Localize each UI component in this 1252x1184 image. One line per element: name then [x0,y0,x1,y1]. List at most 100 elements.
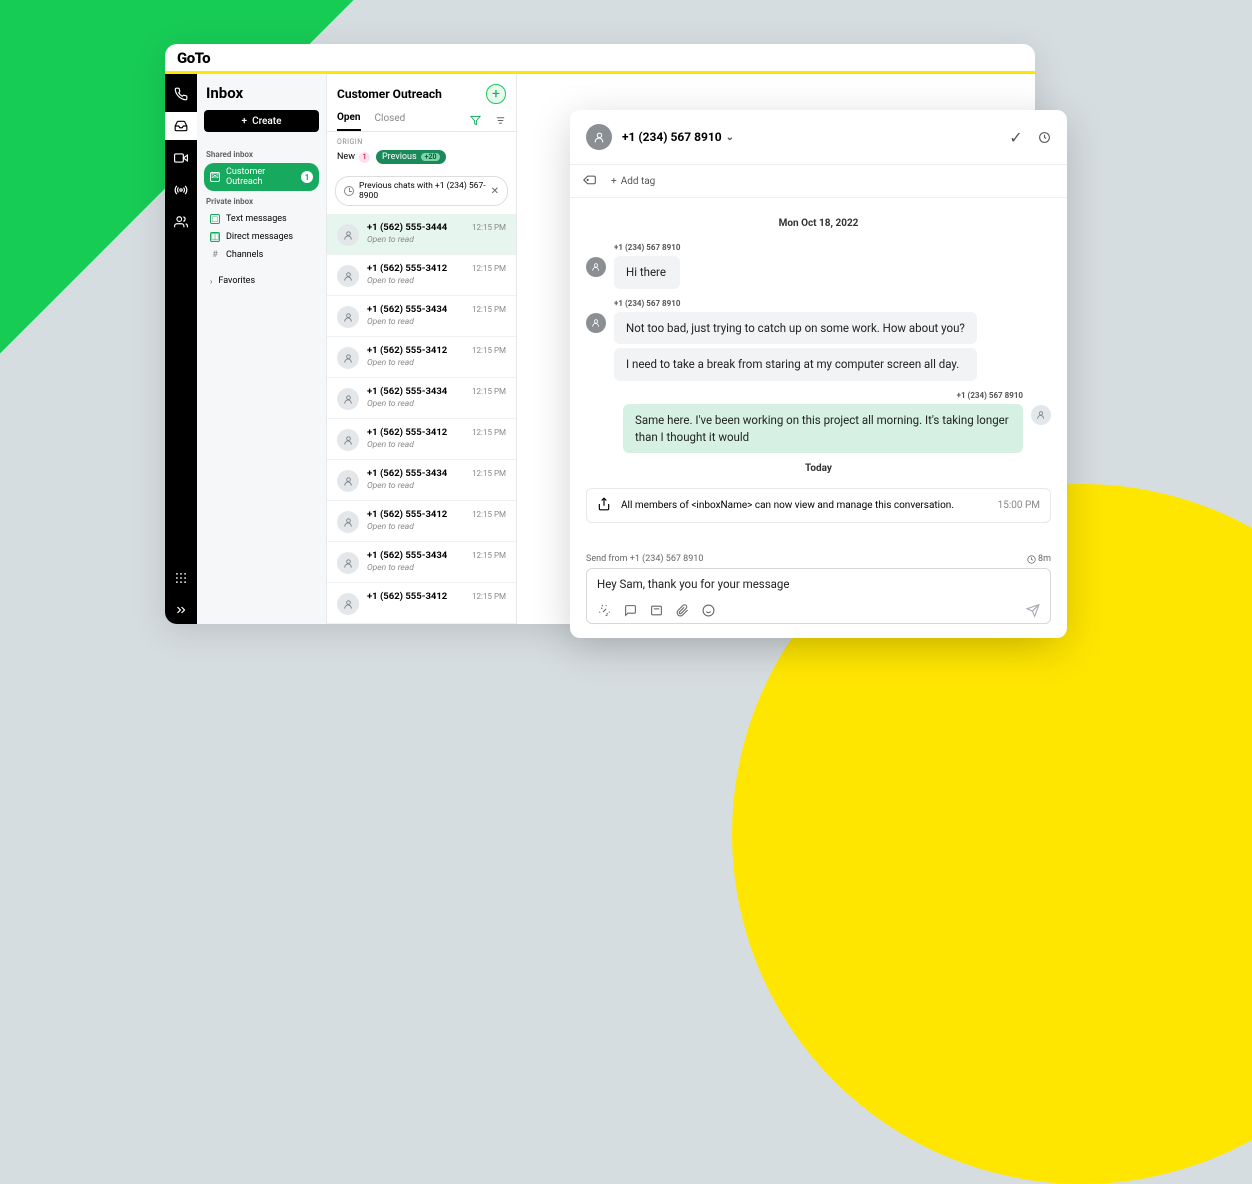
conversation-list[interactable]: +1 (562) 555-344412:15 PMOpen to read+1 … [327,214,516,624]
hash-icon: # [210,250,220,260]
conversation-item[interactable]: +1 (562) 555-341212:15 PMOpen to read [327,337,516,378]
attach-icon[interactable] [675,603,689,617]
nav-contacts-icon[interactable] [165,208,197,236]
chat-icon[interactable] [623,603,637,617]
pill-new[interactable]: New 1 [337,152,370,163]
avatar [586,124,612,150]
nav-video-icon[interactable] [165,144,197,172]
close-icon[interactable]: ✕ [491,186,499,197]
conv-phone: +1 (562) 555-3412 [367,345,447,356]
folder-label: Customer Outreach [226,167,295,187]
conversation-item[interactable]: +1 (562) 555-3444 12:15 PM Open to read [327,214,516,255]
conv-preview: Open to read [367,481,506,491]
tag-row: +Add tag [570,164,1067,198]
avatar [337,429,359,451]
message-sender: +1 (234) 567 8910 [614,299,977,308]
folder-customer-outreach[interactable]: ✉ Customer Outreach 1 [204,163,319,191]
add-tag-button[interactable]: +Add tag [611,176,655,187]
avatar [586,313,606,333]
conversation-item[interactable]: +1 (562) 555-3434 12:15 PM Open to read [327,460,516,501]
composer-input[interactable]: Hey Sam, thank you for your message [597,577,1040,595]
conversation-item[interactable]: +1 (562) 555-343412:15 PMOpen to read [327,542,516,583]
chat-header: +1 (234) 567 8910⌄ ✓ [570,110,1067,164]
system-time: 15:00 PM [998,500,1040,511]
pill-previous[interactable]: Previous +20 [376,150,447,164]
send-from-label: Send from +1 (234) 567 8910 [586,554,703,564]
share-icon [597,497,611,514]
private-section-label: Private inbox [206,197,319,206]
conv-preview: Open to read [367,522,506,532]
conv-time: 12:15 PM [472,223,506,232]
conv-time: 12:15 PM [472,592,506,601]
sort-icon[interactable] [495,115,506,129]
date-divider: Today [586,463,1051,474]
message-bubble: Hi there [614,256,680,289]
dm-icon: ◫ [210,232,220,242]
sidebar: Inbox +Create Shared inbox ✉ Customer Ou… [197,74,327,624]
conv-time: 12:15 PM [472,346,506,355]
message-group-out: +1 (234) 567 8910 Same here. I've been w… [586,391,1051,453]
conv-phone: +1 (562) 555-3412 [367,509,447,520]
conv-preview: Open to read [367,235,506,245]
conversation-item[interactable]: +1 (562) 555-341212:15 PMOpen to read [327,419,516,460]
chat-header-title[interactable]: +1 (234) 567 8910⌄ [622,130,734,144]
conversation-item[interactable]: +1 (562) 555-341212:15 PMOpen to read [327,501,516,542]
folder-label: Direct messages [226,232,293,242]
tab-closed[interactable]: Closed [375,113,406,130]
folder-label: Text messages [226,214,287,224]
nav-expand-icon[interactable] [165,596,197,624]
avatar [337,552,359,574]
message-body[interactable]: Mon Oct 18, 2022 +1 (234) 567 8910 Hi th… [570,198,1067,544]
avatar [337,470,359,492]
conv-phone: +1 (562) 555-3434 [367,550,447,561]
plus-icon: + [611,176,617,187]
conv-phone: +1 (562) 555-3444 [367,222,447,233]
conv-time: 12:15 PM [472,469,506,478]
magic-icon[interactable] [597,603,611,617]
history-icon[interactable] [1037,130,1051,144]
folder-label: Channels [226,250,263,260]
conv-phone: +1 (562) 555-3434 [367,468,447,479]
avatar [337,388,359,410]
conversation-item[interactable]: +1 (562) 555-341212:15 PMOpen to read [327,255,516,296]
tab-open[interactable]: Open [337,112,361,131]
conv-phone: +1 (562) 555-3412 [367,427,447,438]
conv-time: 12:15 PM [472,387,506,396]
system-message: All members of <inboxName> can now view … [586,488,1051,523]
folder-direct-messages[interactable]: ◫ Direct messages [204,228,319,246]
filter-icon[interactable] [470,115,481,129]
chevron-down-icon: ⌄ [726,132,734,143]
conversation-item[interactable]: +1 (562) 555-343412:15 PMOpen to read [327,378,516,419]
favorites-label: Favorites [218,276,255,286]
conversation-item[interactable]: +1 (562) 555-343412:15 PMOpen to read [327,296,516,337]
avatar [337,593,359,615]
composer[interactable]: Hey Sam, thank you for your message [586,568,1051,624]
folder-text-messages[interactable]: □ Text messages [204,210,319,228]
countdown-badge: 8m [1027,554,1051,564]
resolve-icon[interactable]: ✓ [1009,130,1023,144]
system-text: All members of <inboxName> can now view … [621,500,954,511]
page-title: Inbox [204,84,319,102]
folder-badge: 1 [301,171,313,183]
pill-new-count: 1 [359,152,370,163]
pill-prev-label: Previous [382,152,417,162]
create-button[interactable]: +Create [204,110,319,132]
conv-list-title: Customer Outreach [337,87,442,101]
nav-broadcast-icon[interactable] [165,176,197,204]
new-conversation-button[interactable]: + [486,84,506,104]
message-bubble: I need to take a break from staring at m… [614,348,977,381]
send-button[interactable] [1026,603,1040,617]
favorites-toggle[interactable]: › Favorites [204,272,319,290]
nav-inbox-icon[interactable] [165,112,197,140]
conversation-list-pane: Customer Outreach + Open Closed ORIGIN N… [327,74,517,624]
conversation-item[interactable]: +1 (562) 555-3412 12:15 PM [327,583,516,624]
conv-phone: +1 (562) 555-3412 [367,591,447,602]
titlebar: GoTo [165,44,1035,74]
brand-logo: GoTo [177,49,210,67]
nav-apps-icon[interactable] [165,564,197,592]
create-label: Create [252,116,281,127]
emoji-icon[interactable] [701,603,715,617]
template-icon[interactable] [649,603,663,617]
nav-phone-icon[interactable] [165,80,197,108]
folder-channels[interactable]: # Channels [204,246,319,264]
